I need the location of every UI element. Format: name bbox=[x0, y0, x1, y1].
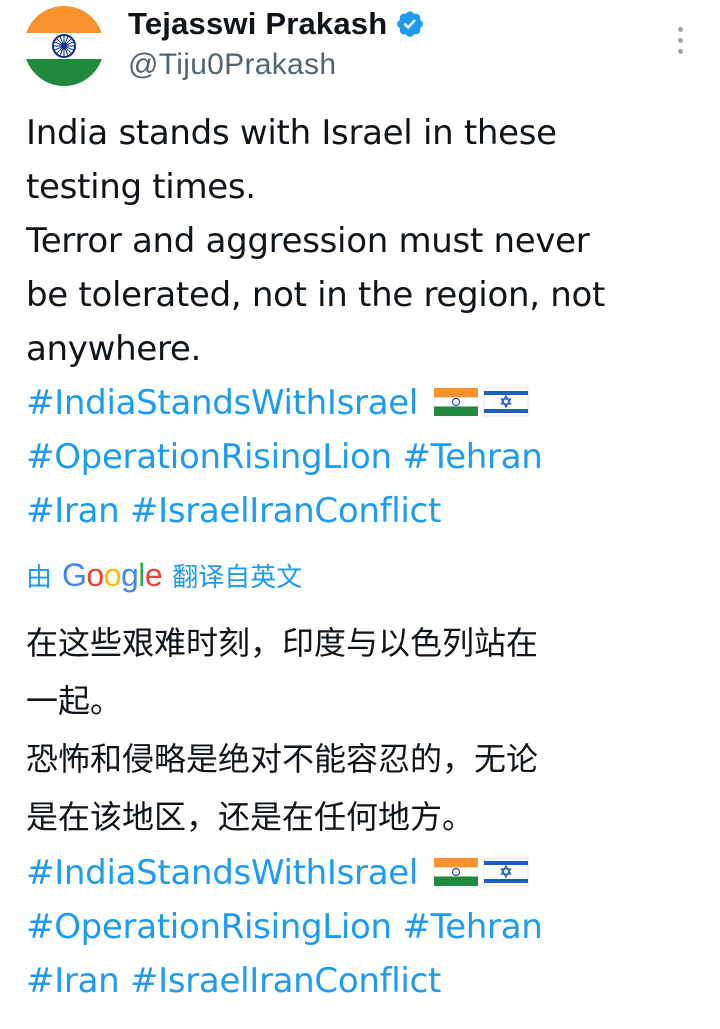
translated-text: 在这些艰难时刻，印度与以色列站在 一起。 恐怖和侵略是绝对不能容忍的，无论 是在… bbox=[26, 614, 706, 1008]
hashtag-link[interactable]: #Iran bbox=[26, 961, 120, 1001]
hashtag-link[interactable]: #Tehran bbox=[402, 907, 543, 947]
avatar[interactable] bbox=[24, 6, 104, 86]
india-flag-emoji-icon bbox=[433, 387, 478, 416]
hashtag-line: #Iran #IsraelIranConflict bbox=[26, 954, 706, 1008]
user-block: Tejasswi Prakash @Tiju0Prakash bbox=[128, 2, 425, 82]
hashtag-link[interactable]: #Iran bbox=[26, 491, 120, 531]
translated-line: 恐怖和侵略是绝对不能容忍的，无论 bbox=[26, 740, 539, 778]
display-name[interactable]: Tejasswi Prakash bbox=[128, 6, 387, 42]
hashtag-link[interactable]: #OperationRisingLion bbox=[26, 437, 392, 477]
tweet-line: anywhere. bbox=[26, 329, 202, 369]
user-handle[interactable]: @Tiju0Prakash bbox=[128, 48, 425, 82]
translated-line: 在这些艰难时刻，印度与以色列站在 bbox=[26, 624, 539, 662]
tweet-header: Tejasswi Prakash @Tiju0Prakash bbox=[0, 0, 720, 100]
translation-suffix: 翻译自英文 bbox=[172, 562, 303, 593]
india-flag-avatar-icon bbox=[24, 6, 104, 86]
hashtag-line: #IndiaStandsWithIsrael bbox=[26, 376, 706, 430]
tweet-line: testing times. bbox=[26, 167, 256, 207]
google-logo: Google bbox=[62, 556, 163, 593]
hashtag-line: #OperationRisingLion #Tehran bbox=[26, 430, 706, 484]
hashtag-line: #OperationRisingLion #Tehran bbox=[26, 900, 706, 954]
verified-badge-icon bbox=[395, 9, 425, 39]
hashtag-link[interactable]: #IndiaStandsWithIsrael bbox=[26, 383, 418, 423]
tweet-text: India stands with Israel in these testin… bbox=[26, 106, 706, 538]
hashtag-link[interactable]: #Tehran bbox=[402, 437, 543, 477]
translated-line: 一起。 bbox=[26, 682, 123, 720]
hashtag-link[interactable]: #IsraelIranConflict bbox=[130, 961, 441, 1001]
hashtag-link[interactable]: #OperationRisingLion bbox=[26, 907, 392, 947]
name-row: Tejasswi Prakash bbox=[128, 2, 425, 46]
tweet-line: be tolerated, not in the region, not bbox=[26, 275, 605, 315]
india-flag-emoji-icon bbox=[433, 857, 478, 886]
translated-line: 是在该地区，还是在任何地方。 bbox=[26, 798, 475, 836]
hashtag-link[interactable]: #IsraelIranConflict bbox=[130, 491, 441, 531]
translation-prefix: 由 bbox=[26, 562, 53, 593]
israel-flag-emoji-icon bbox=[483, 857, 528, 886]
more-vertical-icon[interactable] bbox=[668, 20, 692, 60]
hashtag-line: #IndiaStandsWithIsrael bbox=[26, 846, 706, 900]
hashtag-link[interactable]: #IndiaStandsWithIsrael bbox=[26, 853, 418, 893]
israel-flag-emoji-icon bbox=[483, 387, 528, 416]
hashtag-line: #Iran #IsraelIranConflict bbox=[26, 484, 706, 538]
translation-attribution[interactable]: 由 Google 翻译自英文 bbox=[26, 553, 302, 597]
tweet-line: Terror and aggression must never bbox=[26, 221, 590, 261]
tweet-line: India stands with Israel in these bbox=[26, 113, 557, 153]
